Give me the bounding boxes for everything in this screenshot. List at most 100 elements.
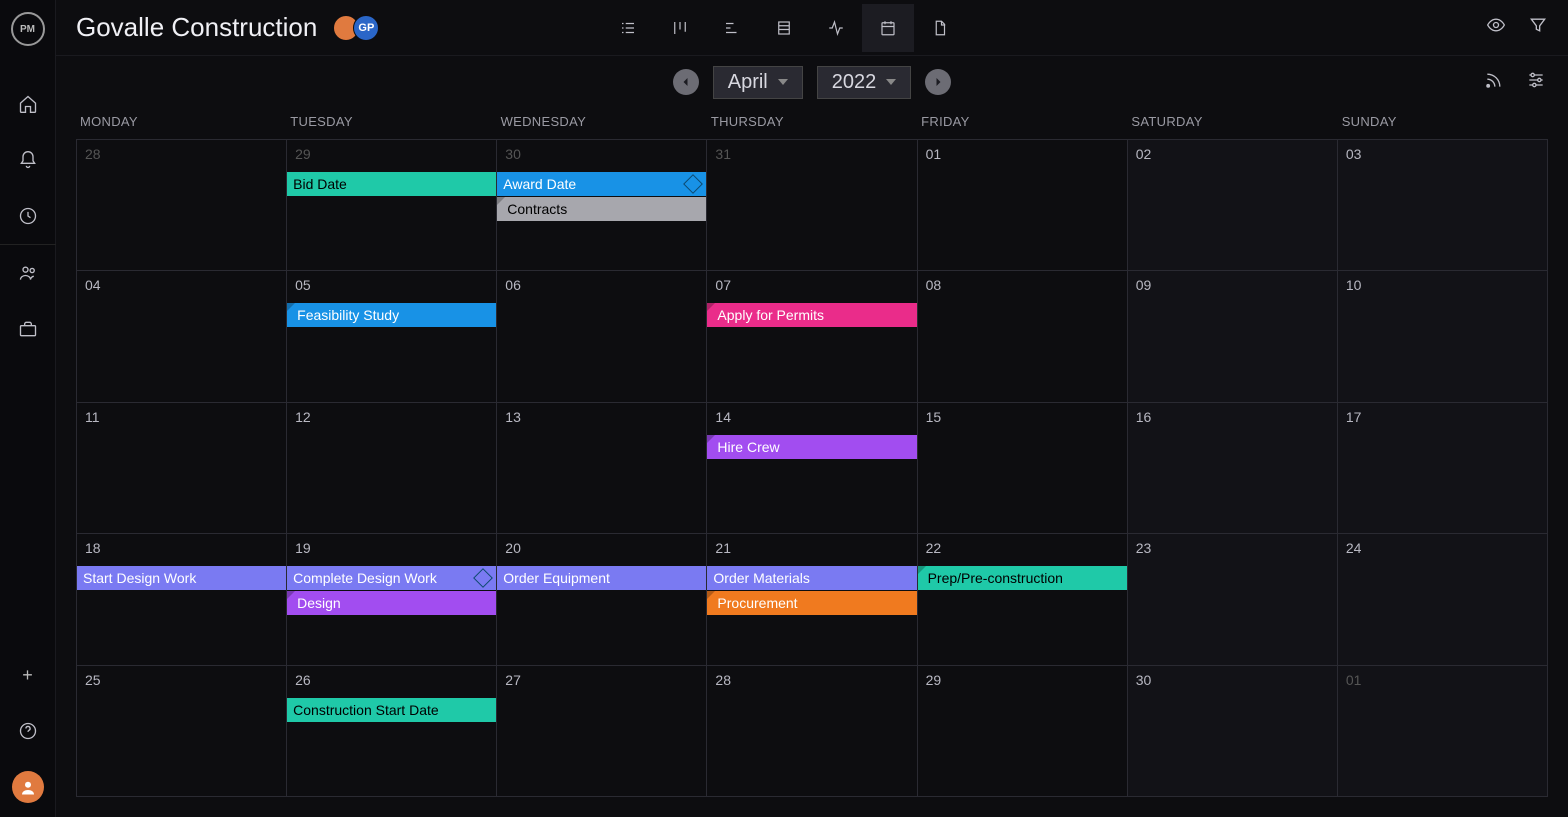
files-view-icon[interactable]	[914, 4, 966, 52]
calendar-event[interactable]: Construction Start Date	[287, 698, 496, 722]
calendar-cell[interactable]: 19Complete Design WorkDesign	[287, 534, 497, 665]
day-number: 22	[922, 538, 1123, 558]
project-title: Govalle Construction	[76, 12, 317, 43]
project-members[interactable]: GP	[339, 15, 379, 41]
left-sidebar: PM +	[0, 0, 56, 817]
calendar-event[interactable]: Start Design Work	[77, 566, 286, 590]
day-number: 30	[1132, 670, 1333, 690]
calendar-cell[interactable]: 14Hire Crew	[707, 403, 917, 534]
calendar-cell[interactable]: 15	[918, 403, 1128, 534]
team-icon[interactable]	[0, 245, 56, 301]
help-icon[interactable]	[0, 703, 56, 759]
recurrence-indicator-icon	[918, 566, 926, 574]
calendar-event[interactable]: Order Equipment	[497, 566, 706, 590]
calendar-cell[interactable]: 05Feasibility Study	[287, 271, 497, 402]
clock-icon[interactable]	[0, 188, 56, 244]
day-header: FRIDAY	[917, 108, 1127, 139]
calendar-cell[interactable]: 29	[918, 666, 1128, 797]
calendar-event[interactable]: Apply for Permits	[707, 303, 916, 327]
sheet-view-icon[interactable]	[758, 4, 810, 52]
calendar-cell[interactable]: 28	[707, 666, 917, 797]
calendar-cell[interactable]: 31	[707, 140, 917, 271]
app-logo[interactable]: PM	[11, 12, 45, 46]
member-avatar-2[interactable]: GP	[353, 15, 379, 41]
event-label: Feasibility Study	[293, 303, 399, 327]
calendar-event[interactable]: Contracts	[497, 197, 706, 221]
calendar-cell[interactable]: 09	[1128, 271, 1338, 402]
calendar-cell[interactable]: 10	[1338, 271, 1548, 402]
prev-month-button[interactable]	[673, 69, 699, 95]
calendar-event[interactable]: Design	[287, 591, 496, 615]
calendar-cell[interactable]: 07Apply for Permits	[707, 271, 917, 402]
calendar-cell[interactable]: 23	[1128, 534, 1338, 665]
calendar-cell[interactable]: 24	[1338, 534, 1548, 665]
calendar-cell[interactable]: 28	[77, 140, 287, 271]
visibility-icon[interactable]	[1486, 15, 1506, 40]
calendar-cell[interactable]: 16	[1128, 403, 1338, 534]
day-number: 29	[922, 670, 1123, 690]
add-icon[interactable]: +	[0, 647, 56, 703]
calendar-cell[interactable]: 27	[497, 666, 707, 797]
event-label: Complete Design Work	[293, 566, 437, 590]
calendar-cell[interactable]: 01	[1338, 666, 1548, 797]
recurrence-indicator-icon	[287, 303, 295, 311]
calendar-event[interactable]: Procurement	[707, 591, 916, 615]
calendar-cell[interactable]: 22 Prep/Pre-construction	[918, 534, 1128, 665]
main-area: Govalle Construction GP April 2022	[56, 0, 1568, 817]
day-header: WEDNESDAY	[497, 108, 707, 139]
calendar-cell[interactable]: 17	[1338, 403, 1548, 534]
calendar-cell[interactable]: 02	[1128, 140, 1338, 271]
calendar-cell[interactable]: 30Award DateContracts	[497, 140, 707, 271]
day-number: 10	[1342, 275, 1543, 295]
event-label: Award Date	[503, 172, 576, 196]
calendar-cell[interactable]: 20Order Equipment	[497, 534, 707, 665]
settings-icon[interactable]	[1526, 70, 1546, 95]
calendar-event[interactable]: Order Materials	[707, 566, 916, 590]
user-avatar[interactable]	[12, 771, 44, 803]
recurrence-indicator-icon	[707, 303, 715, 311]
calendar-cell[interactable]: 25	[77, 666, 287, 797]
home-icon[interactable]	[0, 76, 56, 132]
calendar-cell[interactable]: 11	[77, 403, 287, 534]
day-number: 25	[81, 670, 282, 690]
calendar-cell[interactable]: 30	[1128, 666, 1338, 797]
year-dropdown[interactable]: 2022	[817, 66, 912, 99]
month-dropdown[interactable]: April	[713, 66, 803, 99]
calendar-cell[interactable]: 13	[497, 403, 707, 534]
recurrence-indicator-icon	[707, 591, 715, 599]
calendar-cell[interactable]: 21Order MaterialsProcurement	[707, 534, 917, 665]
feed-icon[interactable]	[1484, 70, 1504, 95]
calendar-cell[interactable]: 03	[1338, 140, 1548, 271]
filter-icon[interactable]	[1528, 15, 1548, 40]
gantt-view-icon[interactable]	[706, 4, 758, 52]
bell-icon[interactable]	[0, 132, 56, 188]
calendar-event[interactable]: Bid Date	[287, 172, 496, 196]
event-label: Start Design Work	[83, 566, 196, 590]
list-view-icon[interactable]	[602, 4, 654, 52]
calendar-cell[interactable]: 08	[918, 271, 1128, 402]
calendar-cell[interactable]: 26 Construction Start Date	[287, 666, 497, 797]
topbar: Govalle Construction GP	[56, 0, 1568, 56]
next-month-button[interactable]	[925, 69, 951, 95]
calendar-cell[interactable]: 18Start Design Work	[77, 534, 287, 665]
event-label: Order Materials	[713, 566, 809, 590]
calendar-event[interactable]: Complete Design Work	[287, 566, 496, 590]
calendar-event[interactable]: Award Date	[497, 172, 706, 196]
calendar-event[interactable]: Feasibility Study	[287, 303, 496, 327]
chevron-down-icon	[886, 79, 896, 85]
calendar-event[interactable]: Hire Crew	[707, 435, 916, 459]
calendar-view-icon[interactable]	[862, 4, 914, 52]
board-view-icon[interactable]	[654, 4, 706, 52]
chevron-down-icon	[778, 79, 788, 85]
calendar-cell[interactable]: 12	[287, 403, 497, 534]
briefcase-icon[interactable]	[0, 301, 56, 357]
calendar-cell[interactable]: 01	[918, 140, 1128, 271]
calendar-event[interactable]: Prep/Pre-construction	[918, 566, 1127, 590]
day-number: 23	[1132, 538, 1333, 558]
calendar-cell[interactable]: 29Bid Date	[287, 140, 497, 271]
calendar-cell[interactable]: 06	[497, 271, 707, 402]
day-number: 26	[291, 670, 492, 690]
view-switcher	[602, 4, 966, 52]
activity-view-icon[interactable]	[810, 4, 862, 52]
calendar-cell[interactable]: 04	[77, 271, 287, 402]
